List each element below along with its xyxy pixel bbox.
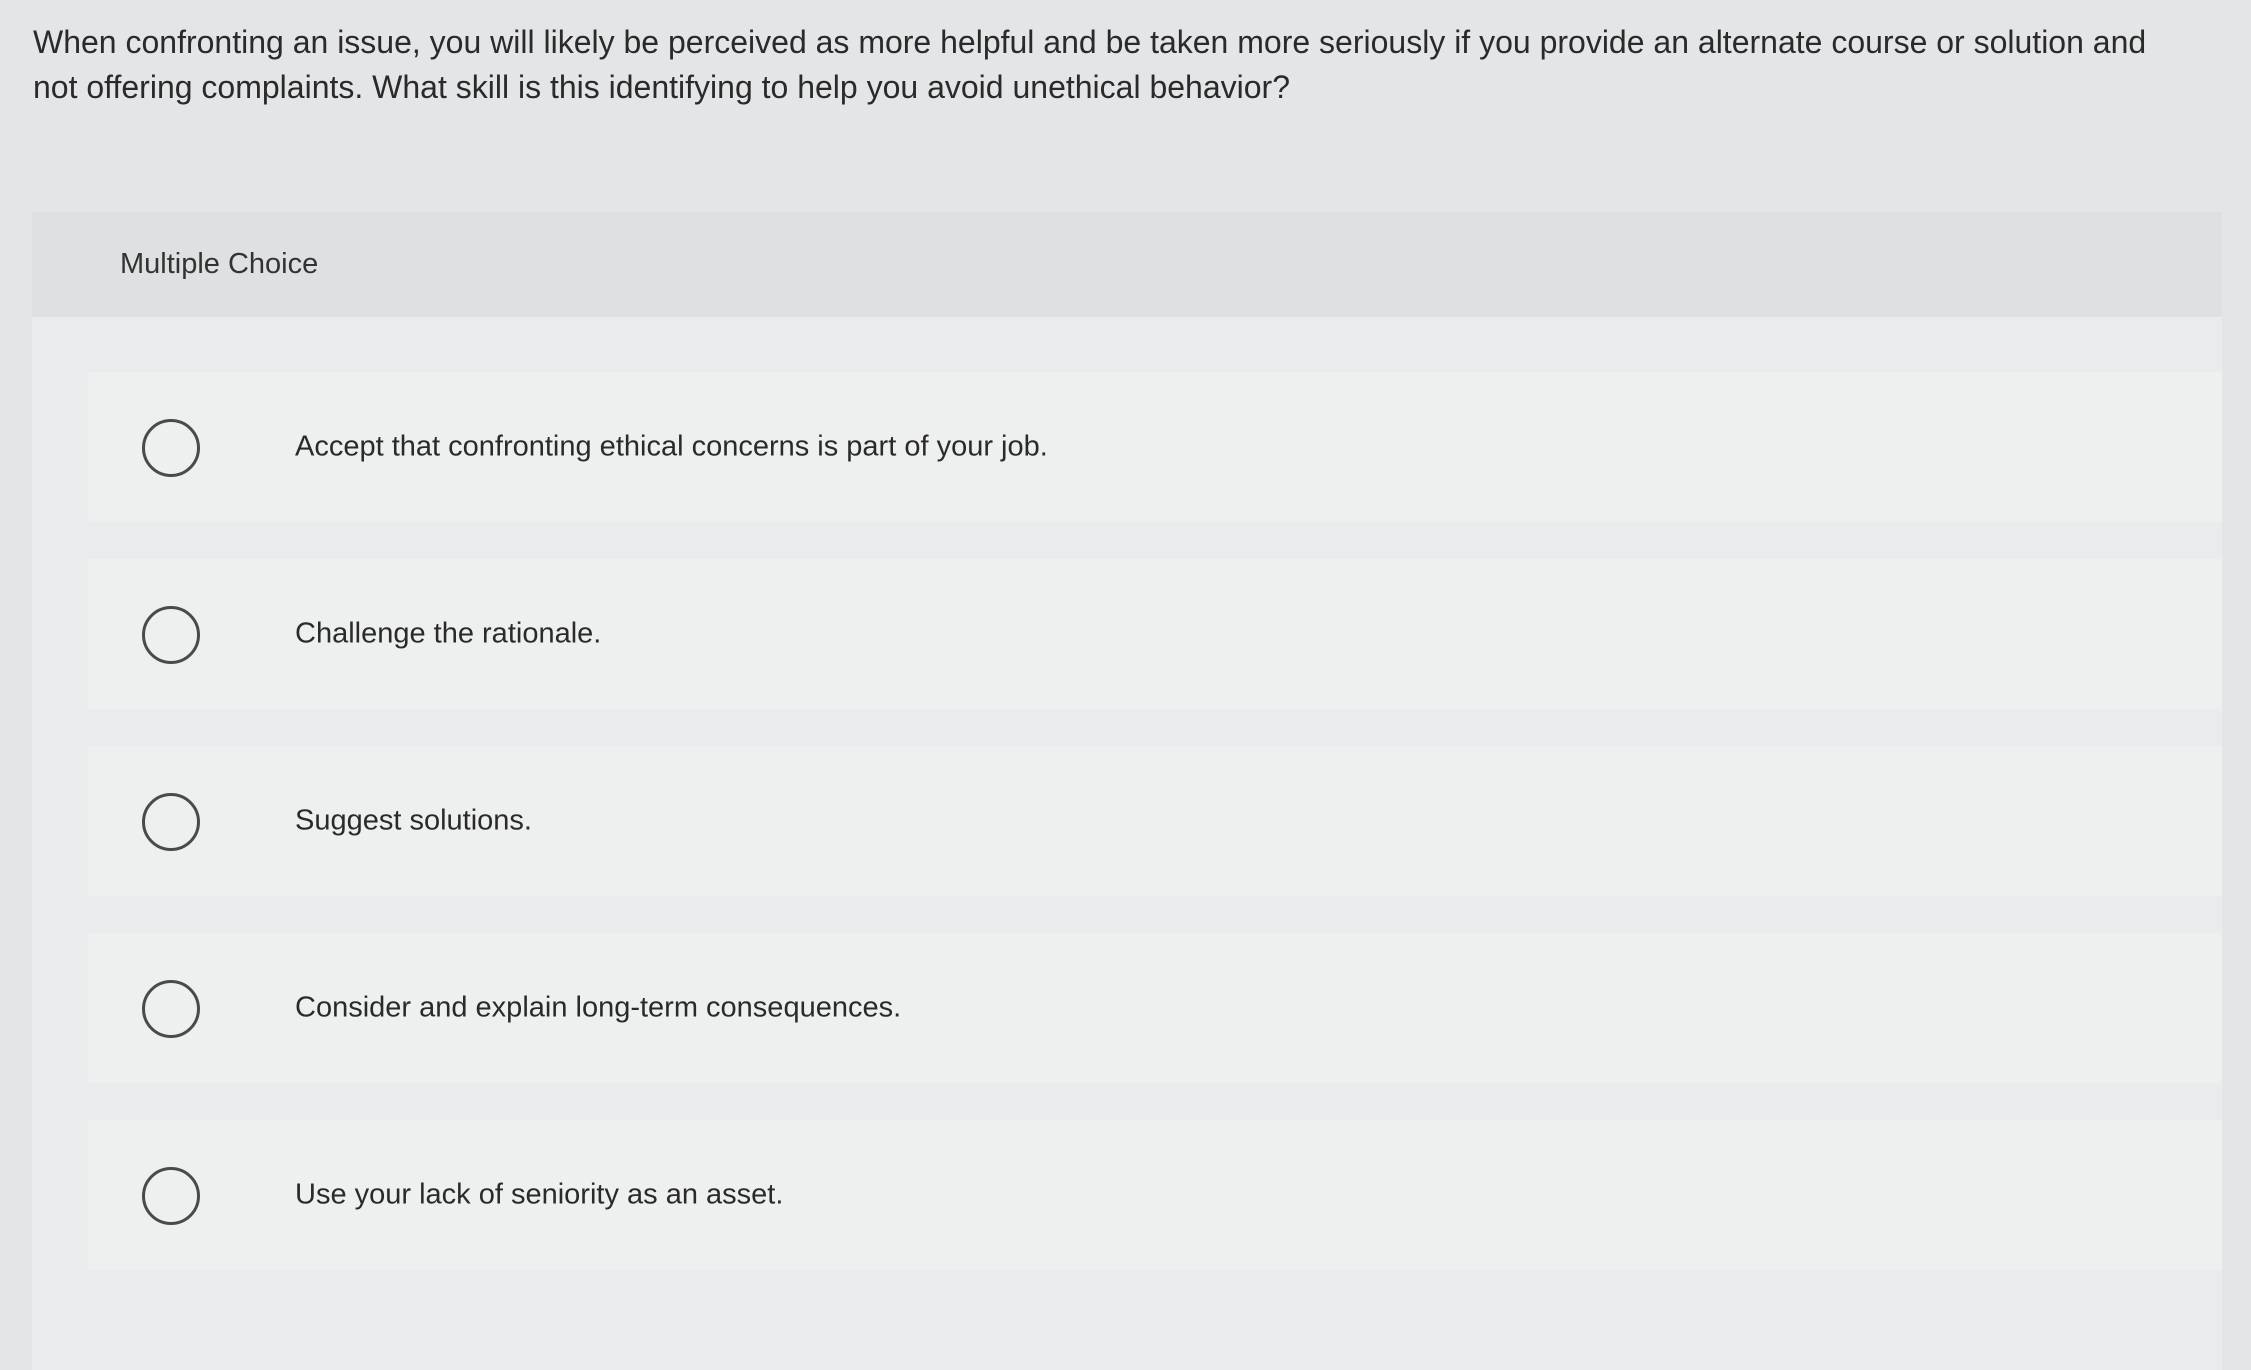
choice-option-1[interactable]: Accept that confronting ethical concerns… xyxy=(88,372,2222,522)
panel-header: Multiple Choice xyxy=(32,212,2222,317)
choice-label: Suggest solutions. xyxy=(295,804,532,837)
radio-button-icon[interactable] xyxy=(142,1167,200,1225)
radio-button-icon[interactable] xyxy=(142,419,200,477)
radio-button-icon[interactable] xyxy=(142,980,200,1038)
choice-option-5[interactable]: Use your lack of seniority as an asset. xyxy=(88,1120,2222,1270)
choice-label: Accept that confronting ethical concerns… xyxy=(295,430,1048,463)
choice-option-2[interactable]: Challenge the rationale. xyxy=(88,559,2222,709)
question-text: When confronting an issue, you will like… xyxy=(33,24,2147,105)
radio-button-icon[interactable] xyxy=(142,793,200,851)
question-type-label: Multiple Choice xyxy=(120,248,319,280)
radio-button-icon[interactable] xyxy=(142,606,200,664)
choice-option-3[interactable]: Suggest solutions. xyxy=(88,746,2222,896)
multiple-choice-panel: Multiple Choice Accept that confronting … xyxy=(32,212,2222,1370)
choice-label: Use your lack of seniority as an asset. xyxy=(295,1178,784,1211)
choice-option-4[interactable]: Consider and explain long-term consequen… xyxy=(88,933,2222,1083)
choice-label: Challenge the rationale. xyxy=(295,617,602,650)
choice-label: Consider and explain long-term consequen… xyxy=(295,991,902,1024)
